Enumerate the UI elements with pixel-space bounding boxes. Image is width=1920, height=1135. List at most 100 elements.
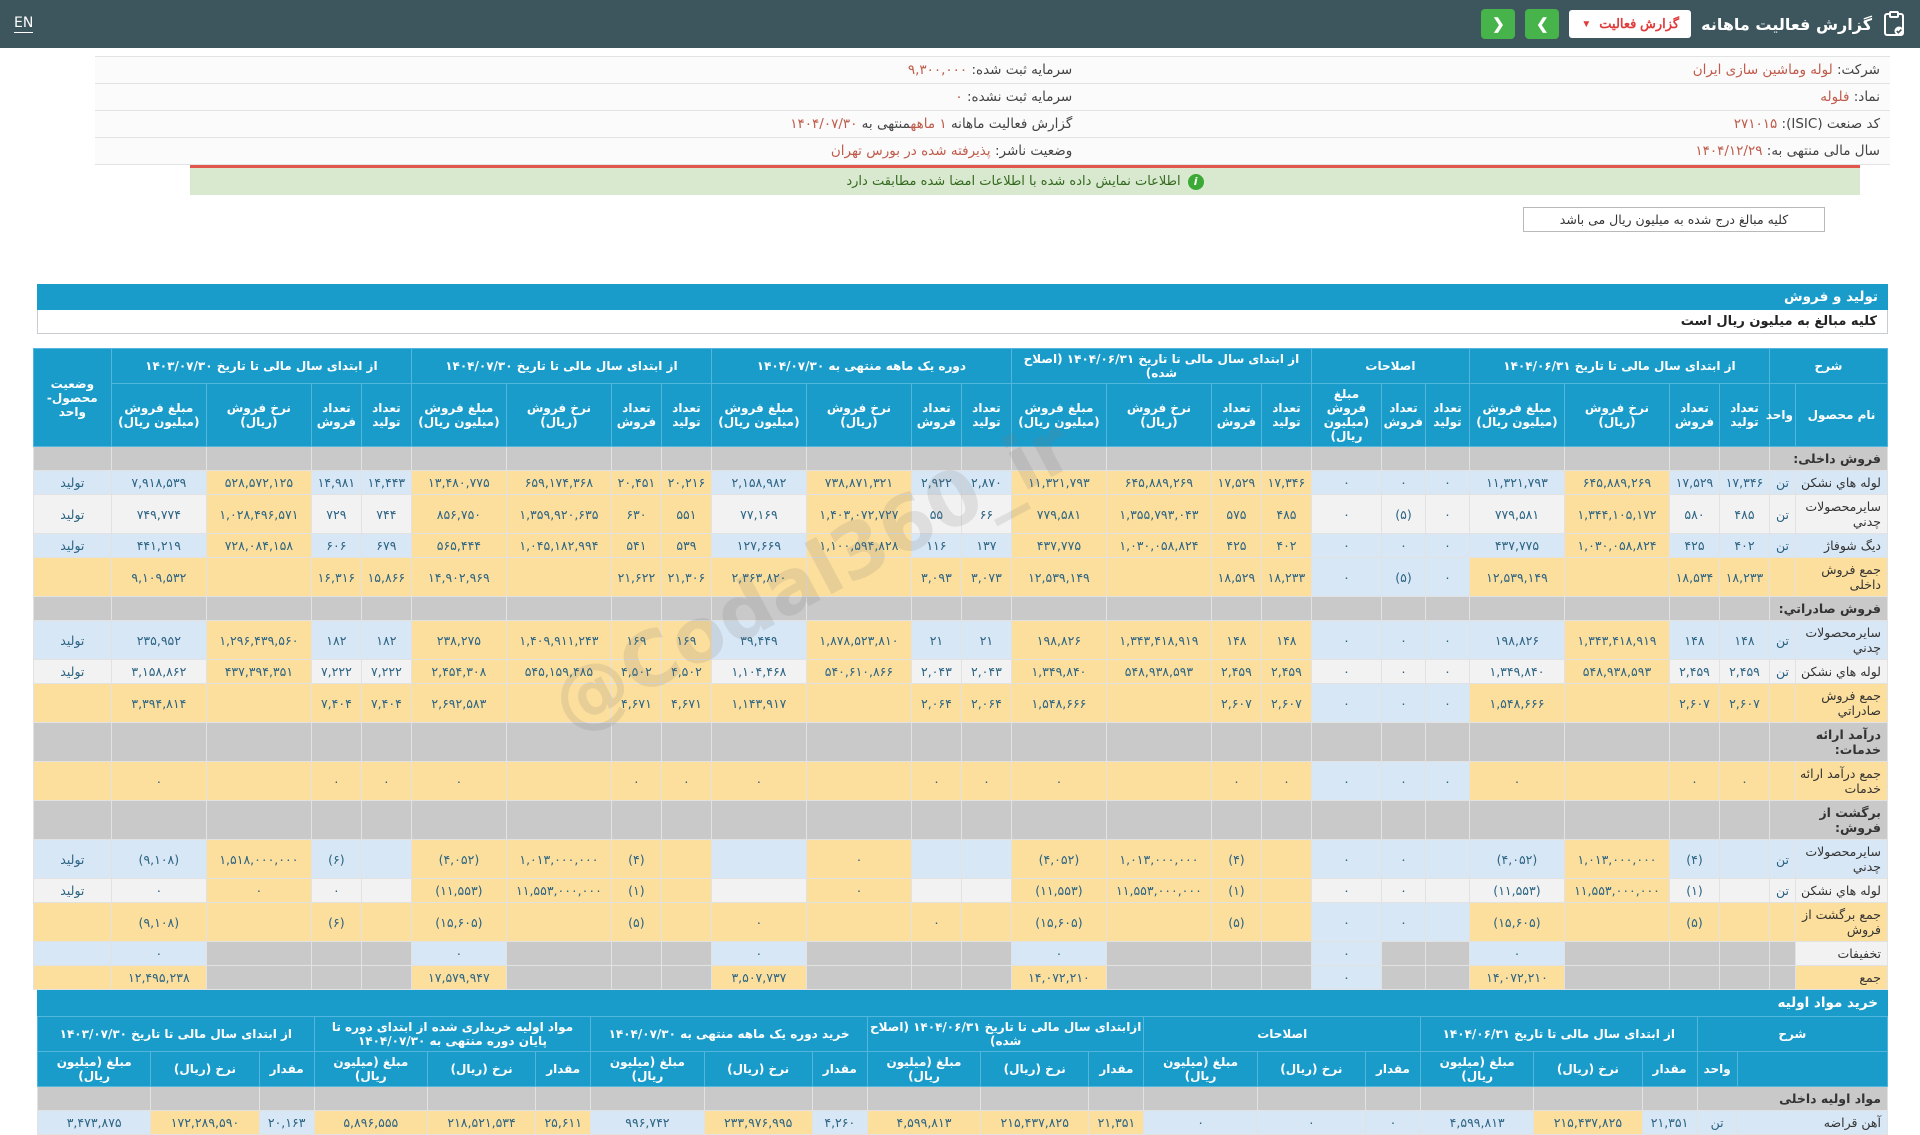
cell — [1310, 722, 1382, 762]
cell — [660, 722, 712, 762]
value-cell: ۵۴۸,۹۳۸,۵۹۳ — [1105, 659, 1212, 684]
value-cell: ۶۶ — [960, 494, 1012, 534]
product-name: جمع — [1795, 965, 1888, 990]
value-cell: ۱۴,۹۸۱ — [310, 470, 362, 495]
info-cell-right: کد صنعت (ISIC): ۲۷۱۰۱۵ — [1082, 110, 1890, 138]
value-cell: ۲۰,۴۵۱ — [610, 470, 662, 495]
header-subcol: مقدار — [258, 1051, 315, 1087]
info-label: منتهی به — [857, 116, 911, 132]
cell — [1668, 722, 1720, 762]
value-cell: ۱۴۸ — [1718, 620, 1770, 660]
value-cell — [505, 941, 612, 966]
unit-cell: تن — [1768, 878, 1797, 903]
value-cell: ۷۴۴ — [360, 494, 412, 534]
english-language-link[interactable]: EN — [14, 15, 34, 33]
cell — [1468, 596, 1565, 621]
cell — [410, 800, 507, 840]
info-row: کد صنعت (ISIC): ۲۷۱۰۱۵ گزارش فعالیت ماهان… — [95, 110, 1890, 138]
cell — [360, 596, 412, 621]
cell — [1310, 800, 1382, 840]
cell — [32, 596, 112, 621]
value-cell — [1424, 878, 1470, 903]
value-cell: ۲,۸۷۰ — [960, 470, 1012, 495]
value-cell: ۲۰,۲۱۶ — [660, 470, 712, 495]
value-cell: ۳,۳۹۴,۸۱۴ — [110, 683, 207, 723]
value-cell: ۰ — [1310, 494, 1382, 534]
product-name: جمع درآمد ارائه خدمات — [1795, 761, 1888, 801]
product-row: سايرمحصولات چدني تن (۴) ۱,۰۱۳,۰۰۰,۰۰۰ (۴,۰۵۲… — [32, 839, 1888, 879]
header-subcol: مبلغ (میلیون ریال) — [866, 1051, 982, 1087]
cell — [1380, 446, 1426, 471]
value-cell: ۰ — [1310, 683, 1382, 723]
value-cell: ۱۴۸ — [1668, 620, 1720, 660]
value-cell: (۴,۰۵۲) — [1468, 839, 1565, 879]
value-cell: (۱۵,۶۰۵) — [410, 902, 507, 942]
info-label: کد صنعت (ISIC): — [1777, 116, 1880, 132]
value-cell: ۳,۱۵۸,۸۶۲ — [110, 659, 207, 684]
product-name: ديگ شوفاژ — [1795, 533, 1888, 558]
value-cell: ۰ — [910, 761, 962, 801]
value-cell: (۶) — [310, 902, 362, 942]
value-cell: ۹,۱۰۹,۵۳۲ — [110, 557, 207, 597]
prev-report-button[interactable]: ❮ — [1481, 9, 1516, 39]
value-cell — [1105, 965, 1212, 990]
value-cell: ۱۷,۳۴۶ — [1718, 470, 1770, 495]
value-cell — [205, 683, 312, 723]
unit-cell — [1768, 941, 1797, 966]
value-cell: ۱۱,۵۵۳,۰۰۰,۰۰۰ — [505, 878, 612, 903]
value-cell — [660, 839, 712, 879]
info-value: ۰ — [955, 89, 963, 105]
value-cell — [1105, 902, 1212, 942]
value-cell: ۴,۵۰۲ — [610, 659, 662, 684]
value-cell: ۱۵,۸۶۶ — [360, 557, 412, 597]
value-cell: ۰ — [1380, 533, 1426, 558]
unit-cell: تن — [1768, 470, 1797, 495]
value-cell: ۴۲۵ — [1210, 533, 1262, 558]
info-label: سرمایه ثبت شده: — [967, 62, 1073, 78]
value-cell: ۲۳۵,۹۵۲ — [110, 620, 207, 660]
report-content: تولید و فروش کلیه مبالغ به میلیون ریال ا… — [32, 284, 1889, 1135]
section-row: درآمد ارائه خدمات: — [32, 722, 1889, 762]
value-cell: ۷۷۹,۵۸۱ — [1010, 494, 1107, 534]
header-group: دوره یک ماهه منتهی به ۱۴۰۴/۰۷/۳۰ — [710, 348, 1012, 384]
section-row: فروش صادراتي: — [32, 596, 1889, 621]
cell — [910, 722, 962, 762]
cell — [710, 800, 807, 840]
status-cell: تولید — [32, 533, 112, 558]
unit-cell: تن — [1768, 620, 1797, 660]
cell — [610, 446, 662, 471]
info-cell-left: وضعیت ناشر: پذیرفته شده در بورس تهران — [95, 137, 1083, 165]
page-title: گزارش فعالیت ماهانه — [1701, 14, 1872, 34]
value-cell: ۰ — [1310, 839, 1382, 879]
value-cell — [1105, 683, 1212, 723]
cell — [32, 446, 112, 471]
value-cell: ۲,۰۴۳ — [960, 659, 1012, 684]
value-cell: ۴۳۷,۷۷۵ — [1010, 533, 1107, 558]
value-cell: ۰ — [110, 941, 207, 966]
clipboard-report-icon — [1882, 11, 1906, 37]
value-cell — [205, 902, 312, 942]
raw-materials-table: شرح از ابتدای سال مالی تا تاریخ ۱۴۰۴/۰۶/۳… — [36, 1016, 1889, 1135]
value-cell: ۰ — [1424, 494, 1470, 534]
header-subcol: مقدار — [1364, 1051, 1422, 1087]
value-cell: ۱۷۲,۲۸۹,۵۹۰ — [150, 1110, 260, 1135]
product-row: سايرمحصولات چدني تن ۱۴۸ ۱۴۸ ۱,۳۴۳,۴۱۸,۹۱۹ ۱۹۸… — [32, 620, 1888, 660]
info-cell-left: گزارش فعالیت ماهانه ۱ ماههمنتهی به ۱۴۰۴/… — [95, 110, 1083, 138]
cell — [1718, 446, 1770, 471]
value-cell — [1563, 965, 1670, 990]
header-group: از ابتدای سال مالی تا تاریخ ۱۴۰۳/۰۷/۳۰ — [37, 1016, 315, 1052]
value-cell: ۰ — [1310, 659, 1382, 684]
company-info-table: شرکت: لوله وماشین سازی ایران سرمایه ثبت ش… — [95, 56, 1890, 165]
cell — [1260, 800, 1312, 840]
value-cell: ۱۷,۳۴۶ — [1260, 470, 1312, 495]
value-cell: ۴,۶۷۱ — [660, 683, 712, 723]
cell — [1010, 596, 1107, 621]
value-cell: ۰ — [1380, 620, 1426, 660]
value-cell: (۴) — [610, 839, 662, 879]
header-group: اصلاحات — [1143, 1016, 1422, 1052]
next-report-button[interactable]: ❯ — [1525, 9, 1560, 39]
grand-row: جمع ۱۴,۰۷۲,۲۱۰ ۰ ۱۴,۰۷۲,۲۱۰ ۳,۵۰۷,۷۳۷ ۱۷,۵۷۹,… — [32, 965, 1888, 990]
value-cell — [1563, 761, 1670, 801]
report-type-dropdown[interactable]: گزارش فعالیت ▼ — [1569, 10, 1692, 38]
header-subcol: مقدار — [811, 1051, 868, 1087]
